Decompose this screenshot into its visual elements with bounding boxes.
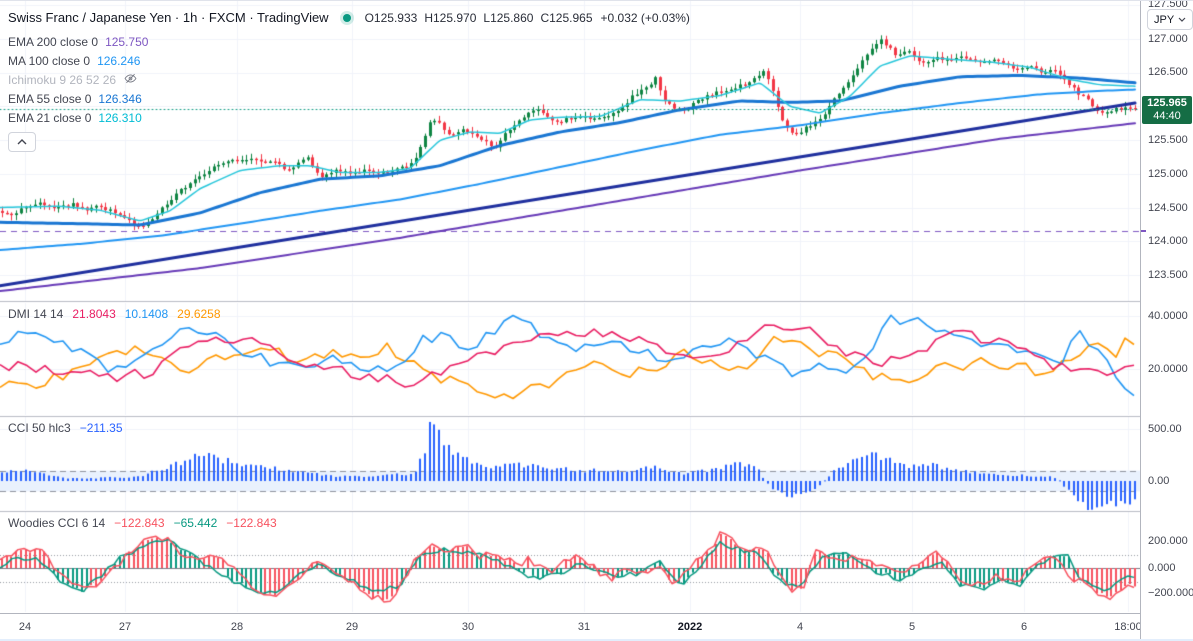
indicator-value: 10.1408 [124, 307, 169, 321]
legend-row-ema-200-close-0[interactable]: EMA 200 close 0 125.750 [8, 34, 148, 50]
time-axis-label: 31 [577, 621, 591, 633]
symbol-title: Swiss Franc / Japanese Yen · 1h · FXCM ·… [8, 10, 329, 25]
chevron-up-icon [17, 139, 27, 145]
last-price-badge: 125.965 44:40 [1142, 96, 1192, 124]
time-axis-label: 4 [796, 621, 804, 633]
legend-row-ema-21-close-0[interactable]: EMA 21 close 0 126.310 [8, 110, 142, 126]
price-axis-label: 20.0000 [1148, 363, 1188, 375]
price-axis-label: 0.00 [1148, 475, 1170, 487]
legend-row-ema-55-close-0[interactable]: EMA 55 close 0 126.346 [8, 91, 142, 107]
indicator-label: CCI 50 hlc3 [8, 421, 71, 435]
ohlc-letter: O [364, 10, 374, 25]
price-axis-label: 125.000 [1148, 168, 1188, 180]
ohlc-pair: L125.860 [483, 11, 533, 25]
chevron-down-icon [1178, 17, 1186, 22]
time-axis-label: 5 [908, 621, 916, 633]
price-axis-label: 124.000 [1148, 235, 1188, 247]
indicator-value: 125.750 [105, 35, 149, 49]
ohlc-pair: C125.965 [540, 11, 592, 25]
price-axis-label: 126.500 [1148, 66, 1188, 78]
price-axis-label: 0.000 [1148, 562, 1176, 574]
indicator-label: MA 100 close 0 [8, 54, 91, 68]
main-pane-legend: Swiss Franc / Japanese Yen · 1h · FXCM ·… [8, 10, 690, 152]
dmi-legend[interactable]: DMI 14 14 21.8043 10.1408 29.6258 [8, 307, 221, 321]
price-change: +0.032 (+0.03%) [600, 10, 690, 25]
symbol-title-row[interactable]: Swiss Franc / Japanese Yen · 1h · FXCM ·… [8, 10, 690, 25]
ohlc-value: 125.965 [549, 10, 593, 25]
tradingview-chart-window: Swiss Franc / Japanese Yen · 1h · FXCM ·… [0, 0, 1193, 641]
price-axis[interactable]: JPY 125.965 44:40 127.500 127.000 126.500 1… [1140, 1, 1193, 641]
indicator-label: EMA 21 close 0 [8, 111, 92, 125]
price-axis-label: 200.000 [1148, 535, 1188, 547]
time-axis-label: 18:00 [1114, 621, 1140, 633]
indicator-value: −122.843 [226, 516, 277, 530]
legend-row-ma-100-close-0[interactable]: MA 100 close 0 126.246 [8, 53, 140, 69]
time-axis[interactable]: 242728293031202245618:00 ⚙ [0, 613, 1193, 641]
time-axis-label: 6 [1020, 621, 1028, 633]
price-axis-label: 500.00 [1148, 423, 1182, 435]
time-axis-label: 24 [18, 621, 32, 633]
time-axis-labels: 24 27 28 29 30 31 2022 4 5 6 18:00 [0, 614, 1140, 641]
ohlc-letter: C [540, 10, 550, 25]
indicator-value: −65.442 [173, 516, 218, 530]
indicator-value: 126.246 [97, 54, 141, 68]
ohlc-pair: O125.933 [365, 11, 418, 25]
ohlc-value: 125.860 [490, 10, 534, 25]
currency-toggle-button[interactable]: JPY [1147, 9, 1193, 30]
ohlc-value: 125.970 [432, 10, 477, 25]
indicator-value: 126.310 [98, 111, 142, 125]
woodies-legend[interactable]: Woodies CCI 6 14 −122.843 −65.442 −122.843 [8, 516, 277, 530]
indicator-label: DMI 14 14 [8, 307, 64, 321]
indicator-label: EMA 55 close 0 [8, 92, 92, 106]
price-axis-label: 125.500 [1148, 134, 1188, 146]
ohlc-value: 125.933 [373, 10, 418, 25]
ohlc-pair: H125.970 [424, 11, 476, 25]
ohlc-letter: H [424, 10, 433, 25]
indicator-label: Woodies CCI 6 14 [8, 516, 106, 530]
indicator-value: −211.35 [79, 421, 123, 435]
time-axis-label: 27 [118, 621, 132, 633]
last-price-value: 125.965 [1147, 97, 1187, 109]
level-axis-tick [1141, 230, 1146, 232]
price-axis-label: 127.500 [1148, 0, 1188, 10]
collapse-indicators-button[interactable] [8, 132, 36, 152]
price-axis-label: 40.0000 [1148, 310, 1188, 322]
price-axis-label: 127.000 [1148, 33, 1188, 45]
market-status-dot[interactable] [342, 13, 351, 22]
time-axis-label: 30 [461, 621, 475, 633]
legend-row-ichimoku-9-26-52-26[interactable]: Ichimoku 9 26 52 26 [8, 72, 138, 88]
indicator-value: 21.8043 [72, 307, 116, 321]
time-axis-label: 2022 [677, 621, 703, 633]
indicator-value: 126.346 [98, 92, 142, 106]
indicator-label: EMA 200 close 0 [8, 35, 99, 49]
price-axis-label: 124.500 [1148, 202, 1188, 214]
indicator-label: Ichimoku 9 26 52 26 [8, 73, 117, 87]
eye-off-icon[interactable] [123, 72, 138, 85]
cci-legend[interactable]: CCI 50 hlc3 −211.35 [8, 421, 123, 435]
time-axis-label: 29 [345, 621, 359, 633]
ohlc-values: O125.933 H125.970 L125.860 C125.965 [365, 11, 593, 25]
price-axis-label: 123.500 [1148, 269, 1188, 281]
indicator-value: 29.6258 [177, 307, 221, 321]
currency-label: JPY [1154, 13, 1175, 26]
time-axis-label: 28 [230, 621, 244, 633]
candle-countdown: 44:40 [1153, 110, 1181, 122]
indicator-value: −122.843 [114, 516, 165, 530]
price-axis-label: −200.000 [1148, 587, 1193, 599]
